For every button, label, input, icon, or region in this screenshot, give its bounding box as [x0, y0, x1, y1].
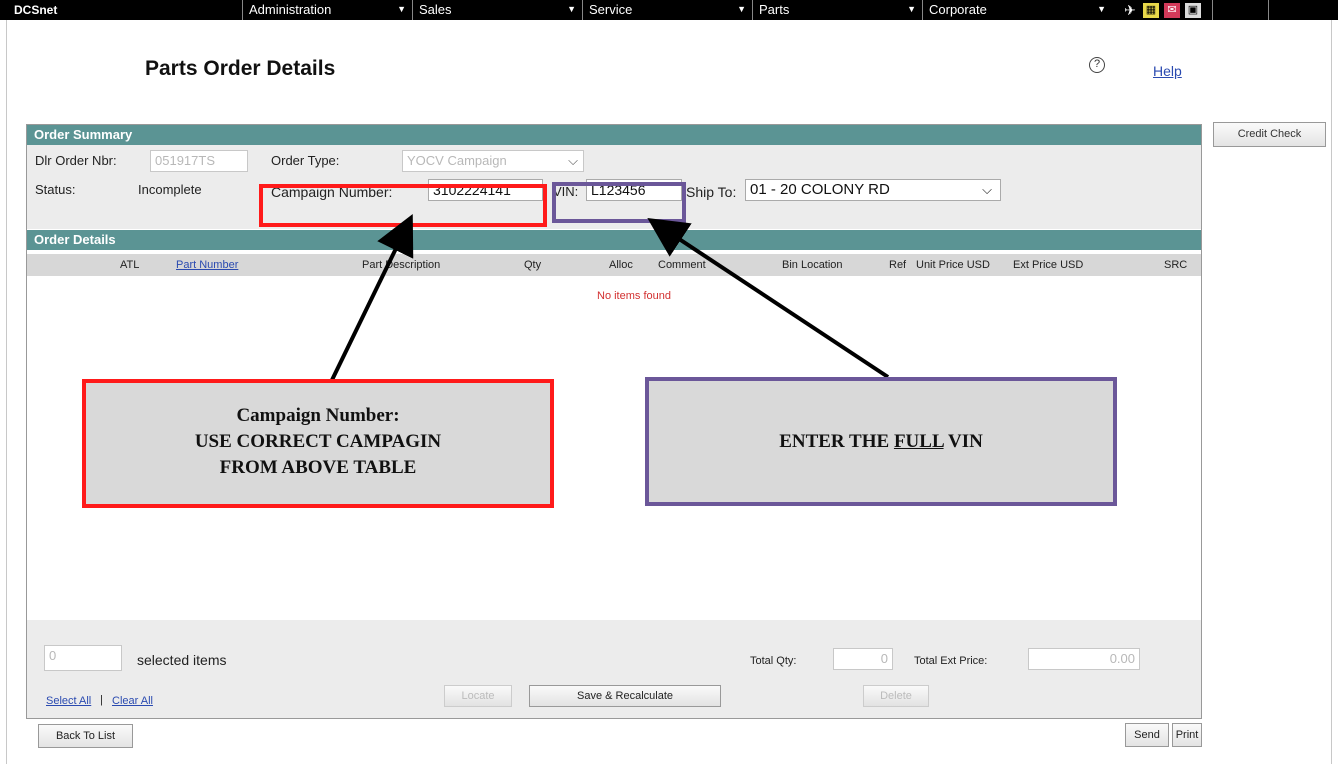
vin-callout: ENTER THE FULL VIN	[645, 377, 1117, 506]
vin-callout-text: VIN	[943, 431, 983, 452]
vin-callout-emphasis: FULL	[893, 431, 944, 452]
campaign-arrow	[330, 214, 414, 381]
campaign-callout: Campaign Number: USE CORRECT CAMPAGIN FR…	[82, 379, 554, 508]
vin-callout-text: ENTER THE	[779, 431, 894, 452]
campaign-callout-line: USE CORRECT CAMPAGIN	[194, 431, 442, 452]
vin-arrow	[647, 217, 890, 379]
campaign-callout-line: Campaign Number:	[236, 405, 400, 426]
campaign-callout-line: FROM ABOVE TABLE	[219, 457, 417, 478]
